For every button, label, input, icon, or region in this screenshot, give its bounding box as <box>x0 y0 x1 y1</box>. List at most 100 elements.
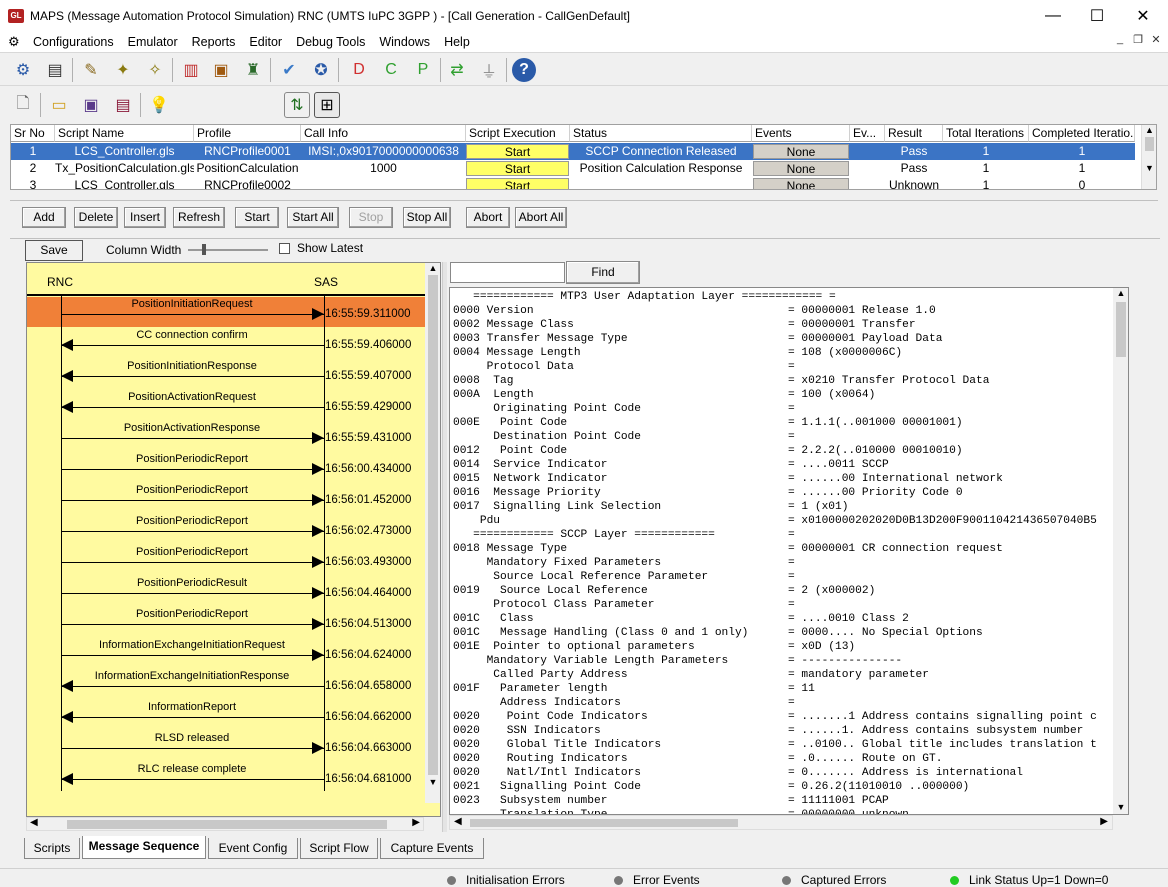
message-label[interactable]: PositionInitiationRequest <box>57 298 327 310</box>
mdi-minimize-icon[interactable]: _ <box>1112 33 1128 49</box>
row2-profile[interactable]: PositionCalculation <box>194 160 301 177</box>
message-label[interactable]: InformationExchangeInitiationResponse <box>57 670 327 682</box>
tools-icon[interactable]: ✪ <box>308 57 334 83</box>
decode-field-name[interactable]: 0017 Signalling Link Selection <box>453 500 661 514</box>
row2-status[interactable]: Position Calculation Response <box>570 160 752 177</box>
col-header-sr-no[interactable]: Sr No <box>11 125 55 142</box>
doc-d-icon[interactable]: D <box>346 57 372 83</box>
save-button[interactable]: Save <box>25 240 83 261</box>
decode-field-name[interactable]: Mandatory Fixed Parameters <box>453 556 662 570</box>
decode-vscrollbar[interactable]: ▲ ▼ <box>1113 288 1128 814</box>
decode-field-name[interactable]: 0000 Version <box>453 304 534 318</box>
lightbulb-icon[interactable]: 💡 <box>146 92 172 118</box>
message-label[interactable]: PositionActivationRequest <box>57 391 327 403</box>
message-arrow-line[interactable] <box>61 686 324 687</box>
row3-events-button[interactable]: None <box>753 178 849 189</box>
col-header-result[interactable]: Result <box>885 125 943 142</box>
col-header-script-execution[interactable]: Script Execution <box>466 125 570 142</box>
message-label[interactable]: PositionInitiationResponse <box>57 360 327 372</box>
transfer-icon[interactable]: ⇄ <box>444 57 470 83</box>
refresh-button[interactable]: Refresh <box>173 207 225 228</box>
row3-start-button[interactable]: Start <box>466 178 569 189</box>
message-label[interactable]: PositionPeriodicResult <box>57 577 327 589</box>
row1-completed[interactable]: 1 <box>1029 143 1135 160</box>
decode-field-name[interactable]: Pdu <box>453 514 500 528</box>
find-button[interactable]: Find <box>566 261 640 284</box>
decode-field-name[interactable]: 0023 Subsystem number <box>453 794 607 808</box>
checklist-icon[interactable]: ✔ <box>276 57 302 83</box>
message-label[interactable]: PositionPeriodicReport <box>57 546 327 558</box>
message-arrow-line[interactable] <box>61 531 324 532</box>
row1-status[interactable]: SCCP Connection Released <box>570 143 752 160</box>
row1-sr[interactable]: 1 <box>11 143 55 160</box>
decode-field-value[interactable]: = x0D (13) <box>788 640 855 654</box>
row2-start-button[interactable]: Start <box>466 161 569 176</box>
decode-field-name[interactable]: 001F Parameter length <box>453 682 607 696</box>
message-arrow-line[interactable] <box>61 655 324 656</box>
message-label[interactable]: RLC release complete <box>57 763 327 775</box>
mdi-close-icon[interactable]: ✕ <box>1148 33 1164 49</box>
decode-field-value[interactable]: = <box>788 430 795 444</box>
document-icon[interactable]: ▤ <box>42 57 68 83</box>
decode-field-name[interactable]: 0020 Global Title Indicators <box>453 738 661 752</box>
decode-field-value[interactable]: = ....0011 SCCP <box>788 458 889 472</box>
user-lock-icon[interactable]: ♜ <box>240 57 266 83</box>
scroll-up-icon[interactable]: ▲ <box>1142 125 1156 135</box>
scroll-thumb[interactable] <box>428 275 438 775</box>
row1-total[interactable]: 1 <box>943 143 1029 160</box>
panel-splitter[interactable] <box>442 262 447 832</box>
decode-field-name[interactable]: 0002 Message Class <box>453 318 574 332</box>
row3-total[interactable]: 1 <box>943 177 1029 189</box>
row1-events-button[interactable]: None <box>753 144 849 159</box>
decode-field-value[interactable]: = --------------- <box>788 654 902 668</box>
decode-field-name[interactable]: Originating Point Code <box>453 402 641 416</box>
new-file-icon[interactable]: 🗋 <box>10 92 36 118</box>
col-header-profile[interactable]: Profile <box>194 125 301 142</box>
seq-vscrollbar[interactable]: ▲ ▼ <box>425 263 440 803</box>
menu-debug-tools[interactable]: Debug Tools <box>289 35 372 49</box>
abort-all-button[interactable]: Abort All <box>515 207 567 228</box>
decode-field-value[interactable]: = 11111001 PCAP <box>788 794 889 808</box>
grid-scrollbar[interactable]: ▲ ▼ <box>1141 125 1156 189</box>
decode-field-value[interactable]: = <box>788 598 795 612</box>
abort-button[interactable]: Abort <box>466 207 510 228</box>
decode-field-value[interactable]: = 1.1.1(..001000 00001001) <box>788 416 963 430</box>
find-input[interactable] <box>450 262 565 283</box>
row2-script[interactable]: Tx_PositionCalculation.gls <box>55 160 194 177</box>
message-label[interactable]: PositionPeriodicReport <box>57 515 327 527</box>
decode-field-value[interactable]: = ......1. Address contains subsystem nu… <box>788 724 1083 738</box>
decode-field-name[interactable]: Translation Type <box>453 808 607 814</box>
decode-field-name[interactable]: 001C Message Handling (Class 0 and 1 onl… <box>453 626 748 640</box>
row3-result[interactable]: Unknown <box>885 177 943 189</box>
menu-windows[interactable]: Windows <box>372 35 437 49</box>
scroll-up-icon[interactable]: ▲ <box>1113 288 1128 298</box>
call-flow-icon[interactable]: ✧ <box>142 57 168 83</box>
decode-field-value[interactable]: = 11 <box>788 682 815 696</box>
decode-field-name[interactable]: Mandatory Variable Length Parameters <box>453 654 729 668</box>
open-folder-icon[interactable]: ▭ <box>46 92 72 118</box>
disconnect-icon[interactable]: ⏚ <box>476 57 502 83</box>
minimize-button[interactable]: — <box>1030 0 1076 31</box>
mdi-restore-icon[interactable]: ❐ <box>1130 33 1146 49</box>
decode-field-value[interactable]: = x0210 Transfer Protocol Data <box>788 374 989 388</box>
row3-completed[interactable]: 0 <box>1029 177 1135 189</box>
decode-field-name[interactable]: 0014 Service Indicator <box>453 458 607 472</box>
decode-field-name[interactable]: 0003 Transfer Message Type <box>453 332 628 346</box>
decode-field-name[interactable]: Called Party Address <box>453 668 627 682</box>
menu-configurations[interactable]: Configurations <box>26 35 121 49</box>
decode-field-value[interactable]: = ......00 Priority Code 0 <box>788 486 963 500</box>
scroll-down-icon[interactable]: ▼ <box>1113 802 1128 812</box>
start-all-button[interactable]: Start All <box>287 207 339 228</box>
menu-help[interactable]: Help <box>437 35 477 49</box>
decode-field-name[interactable]: 001C Class <box>453 612 534 626</box>
decode-field-name[interactable]: 0020 SSN Indicators <box>453 724 601 738</box>
scroll-thumb[interactable] <box>470 819 738 827</box>
app-menu-icon[interactable]: ⚙ <box>8 34 24 50</box>
message-arrow-line[interactable] <box>61 562 324 563</box>
decode-field-value[interactable]: = 2.2.2(..010000 00010010) <box>788 444 963 458</box>
decode-field-name[interactable]: 000E Point Code <box>453 416 567 430</box>
column-width-slider[interactable] <box>188 244 268 255</box>
decode-field-name[interactable]: 0015 Network Indicator <box>453 472 607 486</box>
insert-button[interactable]: Insert <box>124 207 166 228</box>
decode-field-value[interactable]: = <box>788 556 795 570</box>
